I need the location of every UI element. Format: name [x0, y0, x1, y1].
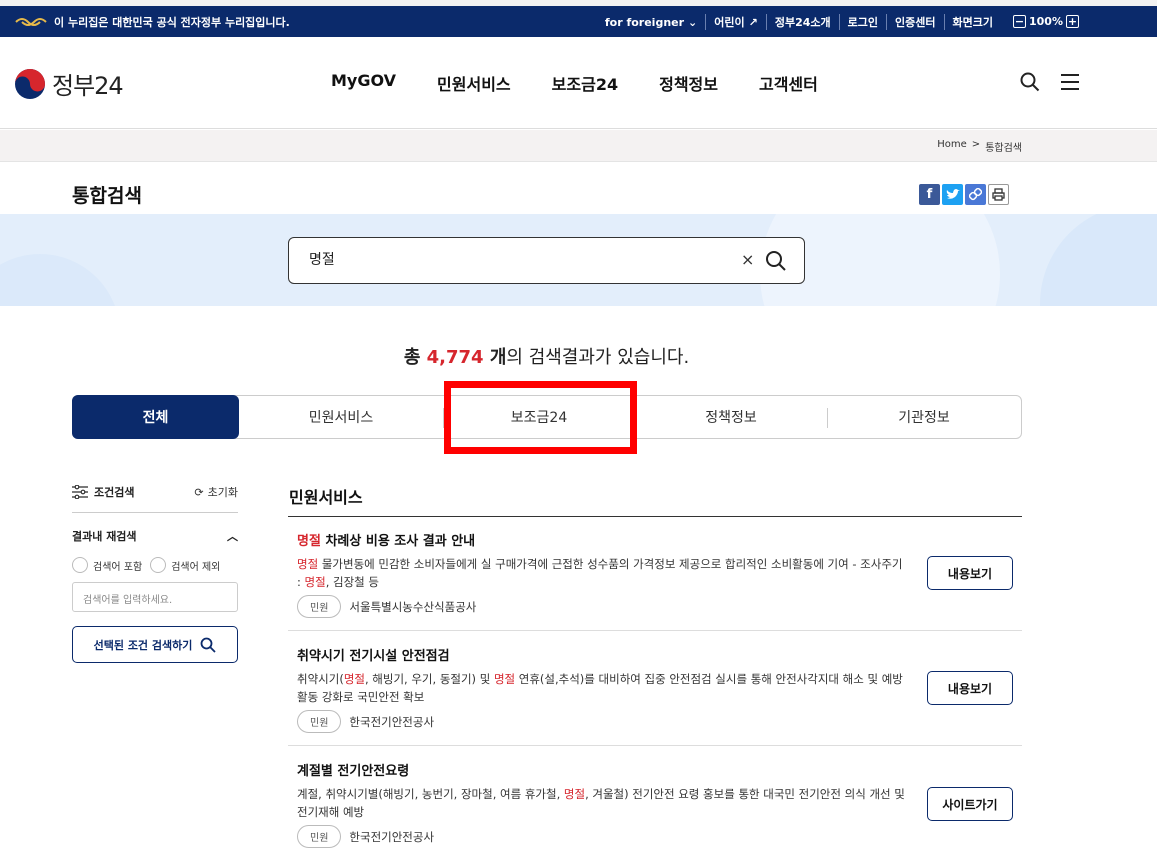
- highlighted-keyword: 명절: [343, 672, 365, 686]
- item-org: 한국전기안전공사: [349, 829, 435, 844]
- filter-sliders-icon: [72, 485, 88, 499]
- view-detail-button[interactable]: 내용보기: [927, 556, 1013, 590]
- radio-exclude[interactable]: 검색어 제외: [150, 557, 220, 573]
- site-logo[interactable]: 정부24: [14, 66, 124, 101]
- reset-button[interactable]: ⟳ 초기화: [194, 484, 238, 500]
- clear-search-icon[interactable]: ×: [741, 250, 754, 269]
- description-text: 취약시기(: [297, 672, 344, 686]
- filter-panel: 조건검색 ⟳ 초기화 결과내 재검색 ︿ 검색어 포함 검색어 제외 검색어를 …: [72, 484, 238, 663]
- section-title: 민원서비스: [289, 488, 363, 507]
- nav-mygov[interactable]: MyGOV: [331, 71, 396, 95]
- annotation-highlight-box: [444, 381, 637, 454]
- logo-text: 정부24: [52, 72, 124, 100]
- link-cert[interactable]: 인증센터: [886, 14, 943, 30]
- chevron-down-icon: ⌄: [688, 15, 698, 29]
- share-buttons: f: [919, 184, 1009, 205]
- highlighted-keyword: 명절: [493, 672, 516, 686]
- main-nav: MyGOV 민원서비스 보조금24 정책정보 고객센터: [331, 71, 818, 95]
- description-text: 계절, 취약시기별(해빙기, 농번기, 장마철, 여름 휴가철,: [297, 787, 564, 801]
- description-text: , 해빙기, 우기, 동절기) 및: [364, 672, 494, 686]
- nav-policy[interactable]: 정책정보: [659, 71, 718, 95]
- twitter-icon[interactable]: [942, 184, 963, 205]
- link-copy-icon[interactable]: [965, 184, 986, 205]
- list-item: 계절별 전기안전요령 계절, 취약시기별(해빙기, 농번기, 장마철, 여름 휴…: [297, 760, 1022, 848]
- tab-all[interactable]: 전체: [72, 395, 239, 439]
- highlighted-keyword: 명절: [297, 557, 319, 571]
- page-title: 통합검색: [72, 185, 142, 207]
- utility-links: for foreigner ⌄ 어린이 ↗ 정부24소개 로그인 인증센터 화면크기: [597, 14, 1001, 30]
- item-description: 취약시기(명절, 해빙기, 우기, 동절기) 및 명절 연휴(설,추석)를 대비…: [297, 670, 909, 706]
- refine-options: 검색어 포함 검색어 제외: [72, 557, 220, 573]
- result-count: 총 4,774 개의 검색결과가 있습니다.: [403, 347, 690, 368]
- chevron-up-icon: ︿: [227, 530, 238, 543]
- item-description: 계절, 취약시기별(해빙기, 농번기, 장마철, 여름 휴가철, 명절, 겨울철…: [297, 785, 909, 821]
- external-link-icon: ↗: [748, 15, 758, 29]
- gov-emblem-icon: [15, 18, 47, 26]
- nav-subsidy24[interactable]: 보조금24: [552, 71, 618, 95]
- breadcrumb-bar: Home > 통합검색: [0, 130, 1157, 162]
- zoom-value: 100%: [1029, 15, 1063, 28]
- description-text: 물가변동에 민감한 소비자들에게 실 구매가격에 근접한 성수품의 가격정보 제…: [297, 557, 903, 589]
- refine-search-title: 결과내 재검색: [72, 530, 137, 543]
- link-login[interactable]: 로그인: [838, 14, 886, 30]
- zoom-out-button[interactable]: −: [1013, 15, 1026, 28]
- link-kids[interactable]: 어린이 ↗: [705, 14, 766, 30]
- radio-include[interactable]: 검색어 포함: [72, 557, 142, 573]
- gov-notice-text: 이 누리집은 대한민국 공식 전자정부 누리집입니다.: [54, 16, 290, 29]
- item-title[interactable]: 취약시기 전기시설 안전점검: [297, 645, 1022, 664]
- breadcrumb-separator: >: [971, 139, 981, 150]
- header-icons: [1020, 72, 1080, 92]
- refine-search-input[interactable]: 검색어를 입력하세요.: [72, 582, 238, 612]
- search-submit-icon[interactable]: [765, 250, 787, 272]
- result-count-number: 4,774: [426, 347, 484, 368]
- gov-notice: 이 누리집은 대한민국 공식 전자정부 누리집입니다.: [14, 14, 290, 30]
- item-badge: 민원: [297, 825, 342, 848]
- print-icon[interactable]: [988, 184, 1009, 205]
- breadcrumb: Home > 통합검색: [937, 139, 1022, 154]
- menu-icon[interactable]: [1060, 72, 1080, 92]
- item-title[interactable]: 계절별 전기안전요령: [297, 760, 1022, 779]
- apply-filter-button[interactable]: 선택된 조건 검색하기: [72, 626, 238, 663]
- nav-civil-service[interactable]: 민원서비스: [437, 71, 511, 95]
- taegeuk-logo-icon: [15, 68, 45, 99]
- item-org: 서울특별시농수산식품공사: [349, 599, 477, 614]
- item-org: 한국전기안전공사: [349, 714, 435, 729]
- zoom-in-button[interactable]: +: [1065, 15, 1079, 28]
- item-description: 명절 물가변동에 민감한 소비자들에게 실 구매가격에 근접한 성수품의 가격정…: [297, 555, 909, 591]
- zoom-label: 화면크기: [943, 14, 1001, 30]
- breadcrumb-current: 통합검색: [985, 143, 1022, 154]
- highlighted-keyword: 명절: [563, 787, 586, 801]
- breadcrumb-home[interactable]: Home: [937, 139, 967, 154]
- item-badge: 민원: [297, 710, 342, 733]
- list-item: 취약시기 전기시설 안전점검 취약시기(명절, 해빙기, 우기, 동절기) 및 …: [297, 645, 1022, 733]
- facebook-icon[interactable]: f: [919, 184, 940, 205]
- view-detail-button[interactable]: 내용보기: [927, 671, 1013, 705]
- tab-policy[interactable]: 정책정보: [635, 396, 827, 438]
- nav-customer-center[interactable]: 고객센터: [759, 71, 818, 95]
- link-foreigner[interactable]: for foreigner ⌄: [597, 16, 705, 29]
- tab-civil-service[interactable]: 민원서비스: [239, 396, 443, 438]
- item-title[interactable]: 명절 차례상 비용 조사 결과 안내: [297, 530, 1022, 549]
- search-icon: [200, 637, 217, 653]
- link-about[interactable]: 정부24소개: [765, 14, 839, 30]
- search-input[interactable]: [309, 251, 709, 267]
- site-header: 정부24 MyGOV 민원서비스 보조금24 정책정보 고객센터: [0, 37, 1157, 129]
- zoom-control: − 100% +: [1013, 15, 1079, 28]
- highlighted-keyword: 명절: [304, 575, 326, 589]
- search-icon[interactable]: [1020, 72, 1040, 92]
- list-item: 명절 차례상 비용 조사 결과 안내 명절 물가변동에 민감한 소비자들에게 실…: [297, 530, 1022, 618]
- tab-agency[interactable]: 기관정보: [827, 396, 1021, 438]
- refine-search-header[interactable]: 결과내 재검색 ︿: [72, 512, 238, 544]
- filter-title: 조건검색: [94, 486, 135, 499]
- visit-site-button[interactable]: 사이트가기: [927, 787, 1013, 821]
- refresh-icon: ⟳: [194, 485, 204, 499]
- search-box: ×: [288, 237, 805, 284]
- top-bar: 이 누리집은 대한민국 공식 전자정부 누리집입니다. for foreigne…: [0, 0, 1157, 37]
- description-text: , 김장철 등: [325, 575, 379, 589]
- item-badge: 민원: [297, 595, 342, 618]
